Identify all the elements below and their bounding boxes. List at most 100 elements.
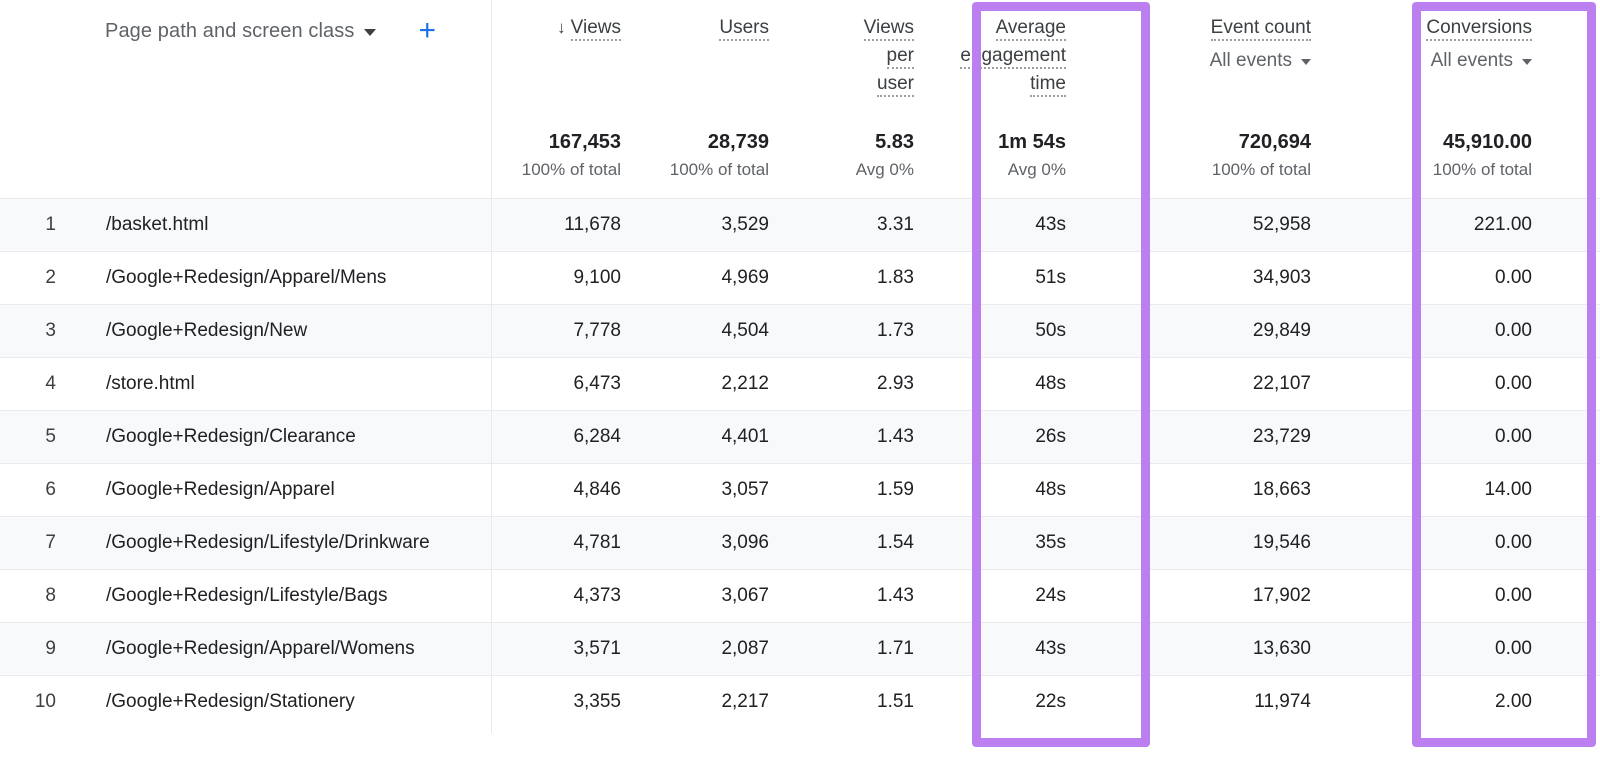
totals-views: 167,453 100% of total xyxy=(491,130,639,180)
plus-icon[interactable]: + xyxy=(418,16,436,46)
column-header-avg-engagement-line1: Average xyxy=(996,17,1066,41)
table-row[interactable]: 10/Google+Redesign/Stationery3,3552,2171… xyxy=(0,675,1600,728)
totals-views-value: 167,453 xyxy=(491,130,621,154)
row-rank: 2 xyxy=(0,267,78,289)
row-views-cell: 11,678 xyxy=(491,214,639,236)
row-page-path[interactable]: /Google+Redesign/Lifestyle/Drinkware xyxy=(78,532,430,554)
chevron-down-icon[interactable] xyxy=(1522,59,1532,65)
column-header-views[interactable]: ↓Views xyxy=(491,0,639,42)
row-event-count-cell: 23,729 xyxy=(1084,426,1329,448)
row-users-cell: 3,057 xyxy=(639,479,787,501)
table-row[interactable]: 4/store.html6,4732,2122.9348s22,1070.00 xyxy=(0,357,1600,410)
table-row[interactable]: 5/Google+Redesign/Clearance6,2844,4011.4… xyxy=(0,410,1600,463)
row-users-cell: 4,401 xyxy=(639,426,787,448)
table-row[interactable]: 2/Google+Redesign/Apparel/Mens9,1004,969… xyxy=(0,251,1600,304)
column-header-views-per-user[interactable]: Views per user xyxy=(787,0,932,98)
row-page-path[interactable]: /Google+Redesign/Apparel xyxy=(78,479,335,501)
row-views-per-user-cell: 3.31 xyxy=(787,214,932,236)
totals-views-per-user-subtext: Avg 0% xyxy=(787,160,914,180)
row-conversions-cell: 0.00 xyxy=(1329,320,1550,342)
row-conversions-cell: 0.00 xyxy=(1329,373,1550,395)
table-header: Page path and screen class + ↓Views User… xyxy=(0,0,1600,198)
column-header-conversions[interactable]: Conversions All events xyxy=(1329,0,1550,75)
totals-event-count-subtext: 100% of total xyxy=(1084,160,1311,180)
row-dimension-cell: 7/Google+Redesign/Lifestyle/Drinkware xyxy=(0,532,491,554)
table-row[interactable]: 8/Google+Redesign/Lifestyle/Bags4,3733,0… xyxy=(0,569,1600,622)
row-users-cell: 4,969 xyxy=(639,267,787,289)
row-conversions-cell: 0.00 xyxy=(1329,638,1550,660)
row-event-count-cell: 13,630 xyxy=(1084,638,1329,660)
row-avg-engagement-time-cell: 50s xyxy=(932,320,1084,342)
column-header-event-count[interactable]: Event count All events xyxy=(1084,0,1329,75)
row-avg-engagement-time-cell: 48s xyxy=(932,373,1084,395)
row-conversions-cell: 14.00 xyxy=(1329,479,1550,501)
row-event-count-cell: 29,849 xyxy=(1084,320,1329,342)
row-dimension-cell: 2/Google+Redesign/Apparel/Mens xyxy=(0,267,491,289)
row-avg-engagement-time-cell: 51s xyxy=(932,267,1084,289)
row-rank: 4 xyxy=(0,373,78,395)
row-page-path[interactable]: /Google+Redesign/Stationery xyxy=(78,691,355,713)
totals-conversions: 45,910.00 100% of total xyxy=(1329,130,1550,180)
arrow-down-icon[interactable]: ↓ xyxy=(557,18,566,37)
dimension-selector[interactable]: Page path and screen class xyxy=(20,20,376,43)
row-views-cell: 7,778 xyxy=(491,320,639,342)
table-row[interactable]: 6/Google+Redesign/Apparel4,8463,0571.594… xyxy=(0,463,1600,516)
column-header-users-label: Users xyxy=(719,17,769,41)
row-users-cell: 2,212 xyxy=(639,373,787,395)
row-event-count-cell: 22,107 xyxy=(1084,373,1329,395)
row-dimension-cell: 8/Google+Redesign/Lifestyle/Bags xyxy=(0,585,491,607)
column-header-views-per-user-line3: user xyxy=(877,73,914,97)
totals-users-value: 28,739 xyxy=(639,130,769,154)
row-rank: 9 xyxy=(0,638,78,660)
row-rank: 3 xyxy=(0,320,78,342)
row-users-cell: 2,087 xyxy=(639,638,787,660)
row-rank: 5 xyxy=(0,426,78,448)
table-row[interactable]: 1/basket.html11,6783,5293.3143s52,958221… xyxy=(0,198,1600,251)
column-header-avg-engagement-time[interactable]: Average engagement time xyxy=(932,0,1084,98)
totals-users-subtext: 100% of total xyxy=(639,160,769,180)
row-dimension-cell: 1/basket.html xyxy=(0,214,491,236)
row-conversions-cell: 221.00 xyxy=(1329,214,1550,236)
row-views-cell: 4,781 xyxy=(491,532,639,554)
row-page-path[interactable]: /Google+Redesign/Clearance xyxy=(78,426,356,448)
row-page-path[interactable]: /Google+Redesign/Apparel/Mens xyxy=(78,267,386,289)
row-conversions-cell: 0.00 xyxy=(1329,426,1550,448)
column-header-users[interactable]: Users xyxy=(639,0,787,42)
row-rank: 6 xyxy=(0,479,78,501)
row-views-per-user-cell: 1.54 xyxy=(787,532,932,554)
column-header-row: Page path and screen class + ↓Views User… xyxy=(0,0,1600,130)
row-rank: 1 xyxy=(0,214,78,236)
column-header-views-per-user-line2: per xyxy=(887,45,914,69)
row-page-path[interactable]: /store.html xyxy=(78,373,195,395)
row-rank: 10 xyxy=(0,691,78,713)
table-body: 1/basket.html11,6783,5293.3143s52,958221… xyxy=(0,198,1600,728)
row-event-count-cell: 19,546 xyxy=(1084,532,1329,554)
row-page-path[interactable]: /Google+Redesign/Apparel/Womens xyxy=(78,638,415,660)
row-page-path[interactable]: /Google+Redesign/New xyxy=(78,320,307,342)
row-views-per-user-cell: 1.43 xyxy=(787,585,932,607)
table-row[interactable]: 3/Google+Redesign/New7,7784,5041.7350s29… xyxy=(0,304,1600,357)
row-event-count-cell: 52,958 xyxy=(1084,214,1329,236)
row-dimension-cell: 9/Google+Redesign/Apparel/Womens xyxy=(0,638,491,660)
conversions-event-selector[interactable]: All events xyxy=(1329,47,1532,75)
row-conversions-cell: 0.00 xyxy=(1329,532,1550,554)
chevron-down-icon[interactable] xyxy=(1301,59,1311,65)
row-dimension-cell: 10/Google+Redesign/Stationery xyxy=(0,691,491,713)
row-views-cell: 3,355 xyxy=(491,691,639,713)
row-dimension-cell: 4/store.html xyxy=(0,373,491,395)
row-users-cell: 3,096 xyxy=(639,532,787,554)
table-row[interactable]: 7/Google+Redesign/Lifestyle/Drinkware4,7… xyxy=(0,516,1600,569)
row-conversions-cell: 0.00 xyxy=(1329,585,1550,607)
row-event-count-cell: 34,903 xyxy=(1084,267,1329,289)
totals-avg-engagement-time: 1m 54s Avg 0% xyxy=(932,130,1084,180)
column-header-avg-engagement-line3: time xyxy=(1030,73,1066,97)
row-views-cell: 4,373 xyxy=(491,585,639,607)
table-row[interactable]: 9/Google+Redesign/Apparel/Womens3,5712,0… xyxy=(0,622,1600,675)
row-page-path[interactable]: /Google+Redesign/Lifestyle/Bags xyxy=(78,585,387,607)
row-views-per-user-cell: 1.73 xyxy=(787,320,932,342)
row-event-count-cell: 11,974 xyxy=(1084,691,1329,713)
event-count-event-selector[interactable]: All events xyxy=(1084,47,1311,75)
chevron-down-icon[interactable] xyxy=(364,29,376,36)
row-page-path[interactable]: /basket.html xyxy=(78,214,208,236)
row-dimension-cell: 3/Google+Redesign/New xyxy=(0,320,491,342)
